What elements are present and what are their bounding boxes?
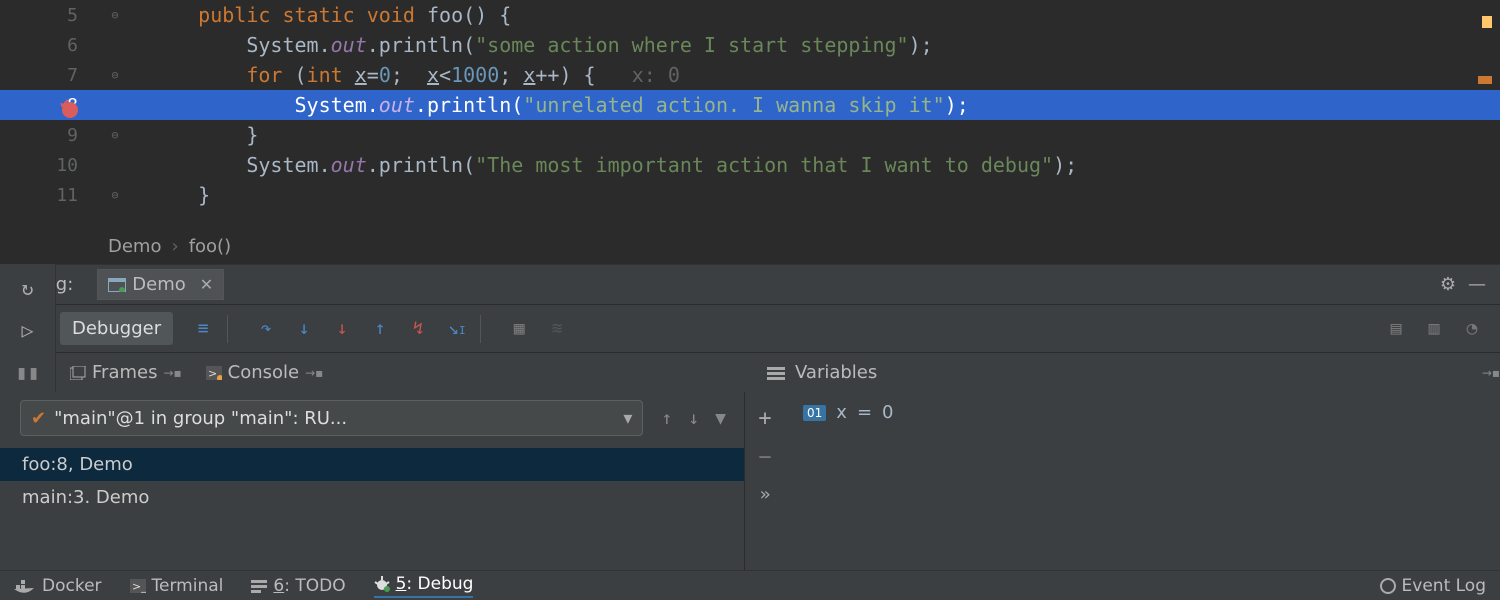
frames-icon [70,366,86,380]
add-watch-icon[interactable]: + [758,406,771,431]
check-icon: ✔ [31,408,46,429]
debug-session-name: Demo [132,274,185,295]
gutter-line-number: 5 [0,5,100,26]
pin-icon: →▪ [305,366,323,380]
gutter-line-number: 8 ✔ [0,95,100,116]
variables-panel: + − » 01 x = 0 [745,392,1500,570]
variable-name: x [836,402,847,423]
pause-icon[interactable]: ▮▮ [15,360,39,384]
close-icon[interactable]: ✕ [200,275,213,294]
status-bar: Docker >_ Terminal 6: TODO 5: Debug Even… [0,570,1500,600]
next-frame-icon[interactable]: ↓ [688,408,699,429]
event-log-button[interactable]: Event Log [1380,576,1486,596]
memory-view-icon[interactable]: ▥ [1422,314,1446,343]
fold-marker[interactable]: ⊖ [100,8,130,22]
resume-icon[interactable]: ▷ [21,318,33,342]
variable-value: 0 [882,402,893,423]
variables-icon [767,366,785,380]
fold-marker[interactable]: ⊖ [100,128,130,142]
code-line[interactable]: 6 System.out.println("some action where … [0,30,1500,60]
todo-icon [251,579,267,593]
primitive-badge-icon: 01 [803,405,826,421]
debug-toolbar: Debugger ≡ ↷ ↓ ↓ ↑ ↯ ↘I ▦ ≋ ▤ ▥ ◔ [0,304,1500,352]
terminal-tool-button[interactable]: >_ Terminal [130,576,224,596]
breadcrumb-method[interactable]: foo() [189,236,231,257]
thread-selector[interactable]: ✔ "main"@1 in group "main": RU... ▾ [20,400,643,436]
svg-text:>_: >_ [132,580,146,593]
breadcrumb[interactable]: Demo › foo() [0,228,1500,264]
thread-name: "main"@1 in group "main": RU... [54,408,347,429]
debug-panels: ✔ "main"@1 in group "main": RU... ▾ ↑ ↓ … [0,392,1500,570]
docker-tool-button[interactable]: Docker [14,576,102,596]
overhead-icon[interactable]: ◔ [1460,314,1484,343]
console-icon: >_ [206,366,222,380]
variable-row[interactable]: 01 x = 0 [785,392,1500,433]
force-step-into-icon[interactable]: ↓ [330,314,354,343]
more-icon[interactable]: » [760,484,771,505]
step-over-icon[interactable]: ↷ [254,314,278,343]
rerun-icon[interactable]: ↻ [21,276,33,300]
breakpoint-verified-icon: ✔ [60,93,70,112]
gutter-line-number: 9 [0,125,100,146]
pin-icon[interactable]: →▪ [1482,366,1500,380]
warning-stripe-icon[interactable] [1482,16,1492,28]
code-line[interactable]: 10 System.out.println("The most importan… [0,150,1500,180]
chevron-down-icon[interactable]: ▾ [623,408,632,429]
gutter-line-number: 6 [0,35,100,56]
variable-equals: = [857,402,872,423]
gutter-line-number: 7 [0,65,100,86]
layout-settings-icon[interactable]: ▤ [1384,314,1408,343]
error-stripe-icon[interactable] [1478,76,1492,84]
terminal-icon: >_ [130,579,146,593]
step-out-icon[interactable]: ↑ [368,314,392,343]
console-tab[interactable]: >_ Console →▪ [196,358,334,387]
settings-icon[interactable]: ⚙ [1434,270,1462,299]
code-line[interactable]: 7 ⊖ for (int x=0; x<1000; x++) { x: 0 [0,60,1500,90]
debug-window-header: Debug: Demo ✕ ⚙ — [0,264,1500,304]
step-into-icon[interactable]: ↓ [292,314,316,343]
gutter-line-number: 10 [0,155,100,176]
breadcrumb-class[interactable]: Demo [108,236,161,257]
minimize-icon[interactable]: — [1462,270,1492,299]
gutter-line-number: 11 [0,185,100,206]
fold-marker[interactable]: ⊖ [100,68,130,82]
frame-item[interactable]: main:3. Demo [0,481,744,514]
run-to-cursor-icon[interactable]: ↘I [444,314,468,343]
remove-watch-icon[interactable]: − [758,445,771,470]
code-line[interactable]: 9 ⊖ } [0,120,1500,150]
code-line[interactable]: 11 ⊖ } [0,180,1500,210]
chevron-right-icon: › [171,236,178,257]
variables-title: Variables [795,362,877,383]
prev-frame-icon[interactable]: ↑ [661,408,672,429]
code-editor[interactable]: 5 ⊖ public static void foo() { 6 System.… [0,0,1500,228]
layout-icon [108,278,126,292]
code-content[interactable]: public static void foo() { [130,3,1500,27]
variables-toolbar: + − » [745,392,785,505]
debugger-tab[interactable]: Debugger [60,312,173,345]
debug-session-tab[interactable]: Demo ✕ [97,269,224,300]
evaluate-expression-icon[interactable]: ▦ [507,314,531,343]
debug-tool-button[interactable]: 5: Debug [374,574,474,598]
fold-marker[interactable]: ⊖ [100,188,130,202]
frames-tab[interactable]: Frames →▪ [60,358,192,387]
frames-panel: ✔ "main"@1 in group "main": RU... ▾ ↑ ↓ … [0,392,745,570]
code-line[interactable]: 5 ⊖ public static void foo() { [0,0,1500,30]
drop-frame-icon[interactable]: ↯ [406,314,430,343]
bug-icon [374,576,390,592]
show-execution-point-icon[interactable]: ≡ [191,314,215,343]
debug-panel-tabs: Frames →▪ >_ Console →▪ Variables →▪ [0,352,1500,392]
frame-item[interactable]: foo:8, Demo [0,448,744,481]
inlay-hint: x: 0 [632,63,680,87]
filter-icon[interactable]: ▼ [715,408,726,429]
docker-icon [14,579,36,593]
event-log-icon [1380,578,1396,594]
trace-icon[interactable]: ≋ [545,314,569,343]
code-line-current[interactable]: 8 ✔ System.out.println("unrelated action… [0,90,1500,120]
todo-tool-button[interactable]: 6: TODO [251,576,345,596]
frames-list[interactable]: foo:8, Demo main:3. Demo [0,448,744,514]
pin-icon: →▪ [163,366,181,380]
